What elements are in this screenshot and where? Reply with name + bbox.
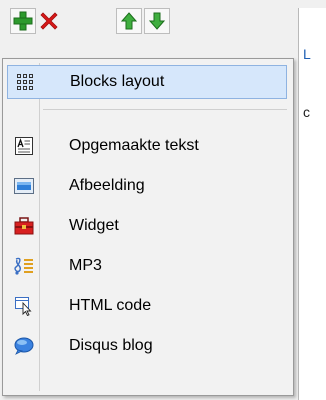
blocks-grid-icon (10, 67, 40, 97)
content-text-fragment: c (303, 104, 310, 120)
music-note-icon (9, 251, 39, 281)
html-cursor-icon (9, 291, 39, 321)
move-up-button[interactable] (116, 8, 142, 34)
menu-item-blocks-layout[interactable]: Blocks layout (7, 65, 287, 99)
delete-button[interactable] (36, 8, 62, 34)
menu-item-mp3[interactable]: MP3 (7, 249, 287, 283)
formatted-text-icon (9, 131, 39, 161)
menu-item-label: Disqus blog (69, 337, 153, 354)
plus-icon (13, 11, 33, 31)
add-block-menu: Blocks layout Opgemaakte tekst Afbeeldin… (2, 58, 294, 396)
menu-item-html-code[interactable]: HTML code (7, 289, 287, 323)
menu-item-widget[interactable]: Widget (7, 209, 287, 243)
menu-item-label: Afbeelding (69, 177, 145, 194)
menu-item-label: Opgemaakte tekst (69, 137, 199, 154)
menu-item-label: Widget (69, 217, 119, 234)
delete-x-icon (40, 12, 58, 30)
menu-item-formatted-text[interactable]: Opgemaakte tekst (7, 129, 287, 163)
widget-toolbox-icon (9, 211, 39, 241)
menu-item-label: HTML code (69, 297, 152, 314)
menu-separator (43, 109, 287, 110)
move-down-button[interactable] (144, 8, 170, 34)
menu-item-label: MP3 (69, 257, 102, 274)
arrow-up-icon (120, 12, 138, 30)
speech-bubble-icon (9, 331, 39, 361)
menu-item-label: Blocks layout (70, 73, 165, 90)
content-link-fragment[interactable]: L (303, 46, 311, 62)
add-button[interactable] (10, 8, 36, 34)
menu-item-image[interactable]: Afbeelding (7, 169, 287, 203)
image-icon (9, 171, 39, 201)
menu-item-disqus-blog[interactable]: Disqus blog (7, 329, 287, 363)
toolbar (0, 0, 298, 58)
content-area: L c (298, 8, 326, 400)
arrow-down-icon (148, 12, 166, 30)
